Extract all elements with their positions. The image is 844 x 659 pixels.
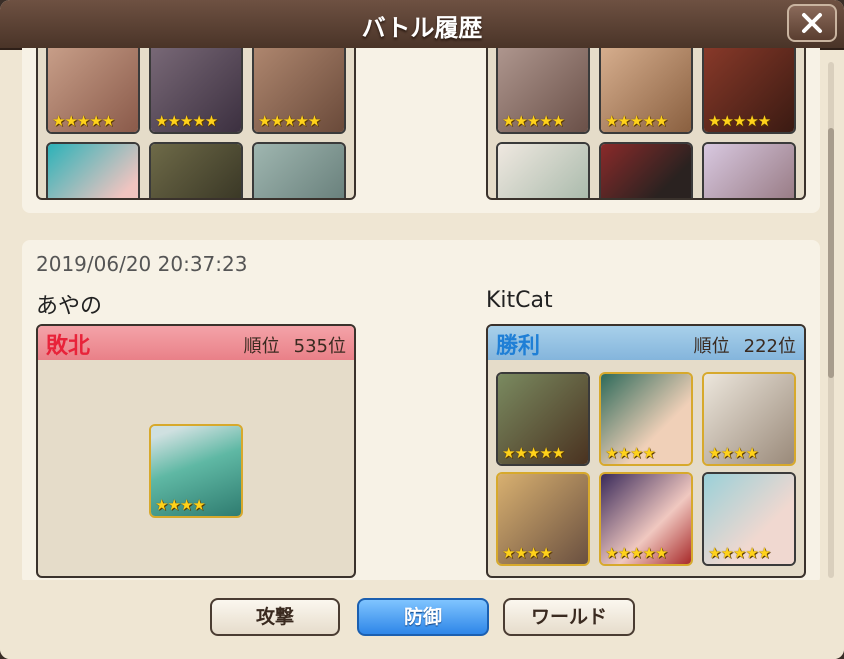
star-rating: ★★★★★ — [258, 112, 321, 130]
result-label: 勝利 — [496, 334, 541, 359]
battle-history-window: バトル履歴 ★★★★★ ★★★★★ ★★★★★ ★★★★★ ★★★★★ ★★★★… — [0, 0, 844, 659]
unit-card[interactable]: ★★★★ — [599, 372, 693, 466]
unit-card[interactable]: ★★★★★ — [496, 372, 590, 466]
unit-card[interactable]: ★★★★★ — [599, 472, 693, 566]
battle-timestamp: 2019/06/20 20:37:23 — [36, 252, 248, 276]
unit-card[interactable]: ★★★★ — [702, 372, 796, 466]
star-rating: ★★★★★ — [502, 112, 565, 130]
tab-defense[interactable]: 防御 — [357, 598, 489, 636]
rank-display: 順位 222位 — [694, 332, 796, 358]
unit-card[interactable]: ★★★★★ — [252, 142, 346, 198]
star-rating: ★★★★★ — [52, 112, 115, 130]
rank-display: 順位 535位 — [244, 332, 346, 358]
star-rating: ★★★★ — [605, 444, 656, 462]
star-rating: ★★★★★ — [155, 112, 218, 130]
result-label: 敗北 — [46, 334, 91, 359]
left-team-panel: ★★★★★ ★★★★★ ★★★★★ ★★★★★ ★★★★★ — [36, 48, 356, 200]
history-entry: 2019/06/20 20:37:23 あやの KitCat 敗北 順位 535位… — [22, 240, 820, 580]
star-rating: ★★★★ — [708, 444, 759, 462]
unit-card[interactable]: ★★★★ — [496, 472, 590, 566]
star-rating: ★★★★★ — [605, 112, 668, 130]
rank-value: 222位 — [743, 336, 796, 357]
star-rating: ★★★★ — [502, 544, 553, 562]
unit-card[interactable]: ★★★★★ — [599, 48, 693, 134]
tab-world[interactable]: ワールド — [503, 598, 635, 636]
star-rating: ★★★★★ — [708, 112, 771, 130]
unit-card[interactable]: ★★★★★ — [149, 142, 243, 198]
scrollbar[interactable] — [828, 62, 834, 578]
tab-attack[interactable]: 攻撃 — [210, 598, 340, 636]
unit-card[interactable]: ★★★★★ — [702, 472, 796, 566]
history-entry: ★★★★★ ★★★★★ ★★★★★ ★★★★★ ★★★★★ ★★★★★ — [22, 48, 820, 213]
history-list[interactable]: ★★★★★ ★★★★★ ★★★★★ ★★★★★ ★★★★★ ★★★★★ 2019… — [22, 48, 820, 580]
unit-card[interactable]: ★★★★★ — [46, 142, 140, 198]
right-team-panel: ★★★★★ ★★★★★ ★★★★★ ★★★★★ ★★★★★ — [486, 48, 806, 200]
rank-label: 順位 — [243, 336, 280, 357]
close-button[interactable] — [787, 4, 837, 42]
opponent-name: KitCat — [486, 288, 553, 313]
unit-card[interactable]: ★★★★ — [149, 424, 243, 518]
left-team-panel: 敗北 順位 535位 ★★★★ — [36, 324, 356, 578]
scrollbar-thumb[interactable] — [828, 128, 834, 378]
star-rating: ★★★★★ — [605, 544, 668, 562]
unit-card[interactable]: ★★★★★ — [496, 48, 590, 134]
star-rating: ★★★★★ — [708, 544, 771, 562]
unit-card[interactable]: ★★★★★ — [252, 48, 346, 134]
rank-label: 順位 — [693, 336, 730, 357]
star-rating: ★★★★ — [155, 496, 206, 514]
unit-card[interactable]: ★★★★★ — [46, 48, 140, 134]
title-bar: バトル履歴 — [0, 0, 844, 50]
unit-card[interactable]: ★★★★★ — [496, 142, 590, 198]
unit-card[interactable]: ★★★★★ — [702, 142, 796, 198]
rank-value: 535位 — [293, 336, 346, 357]
unit-card[interactable]: ★★★★★ — [599, 142, 693, 198]
player-name: あやの — [36, 294, 103, 319]
right-team-panel: 勝利 順位 222位 ★★★★★ ★★★★ ★★★★ ★★★★ ★★★★★ ★★… — [486, 324, 806, 578]
unit-card[interactable]: ★★★★★ — [702, 48, 796, 134]
unit-card[interactable]: ★★★★★ — [149, 48, 243, 134]
window-title: バトル履歴 — [361, 14, 483, 42]
result-header: 勝利 順位 222位 — [488, 326, 804, 360]
close-icon — [802, 13, 822, 33]
star-rating: ★★★★★ — [502, 444, 565, 462]
result-header: 敗北 順位 535位 — [38, 326, 354, 360]
